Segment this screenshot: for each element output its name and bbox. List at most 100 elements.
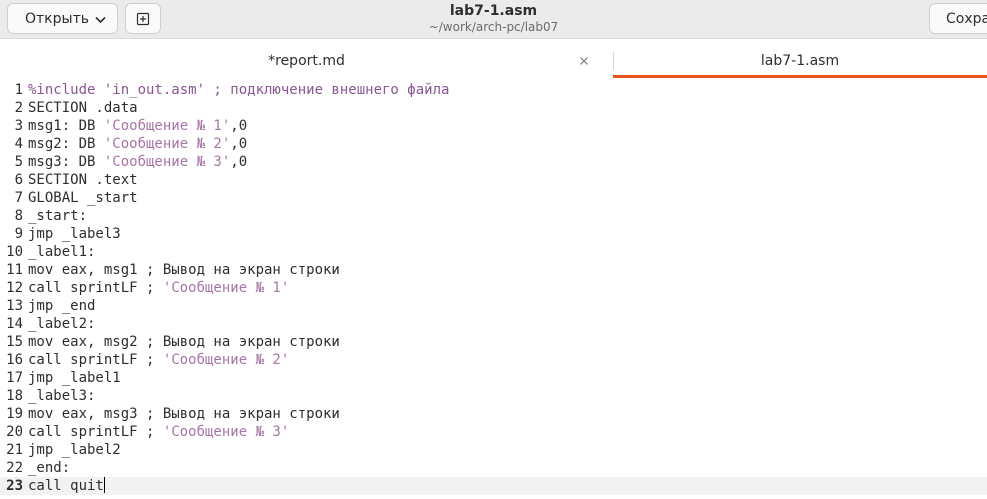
string-literal: 'Сообщение № 3'	[162, 424, 290, 440]
line-code: msg1: DB 'Сообщение № 1',0	[28, 117, 247, 135]
code-token: call sprintLF ;	[28, 280, 163, 296]
string-literal: 'Сообщение № 2'	[162, 352, 290, 368]
line-number: 2	[14, 100, 23, 116]
code-token: msg3: DB	[28, 154, 104, 170]
line-code: msg2: DB 'Сообщение № 2',0	[28, 135, 247, 153]
line-number: 9	[14, 226, 23, 242]
string-literal: 'Сообщение № 1'	[103, 118, 231, 134]
code-line[interactable]: 1 %include 'in_out.asm' ; подключение вне…	[0, 81, 987, 99]
header-bar: Открыть lab7-1.asm ~/work/arch-pc/lab07 …	[0, 0, 987, 39]
line-number: 23	[6, 478, 23, 494]
text-cursor	[103, 477, 105, 493]
tab-lab7-1-asm[interactable]: lab7-1.asm	[613, 44, 987, 78]
code-line[interactable]: 19 mov eax, msg3 ; Вывод на экран строки	[0, 405, 987, 423]
line-number: 4	[14, 136, 23, 152]
line-code: mov eax, msg2 ; Вывод на экран строки	[28, 333, 340, 351]
line-code: mov eax, msg1 ; Вывод на экран строки	[28, 261, 340, 279]
preprocessor-directive: %include 'in_out.asm' ; подключение внеш…	[28, 82, 450, 98]
line-code: _label1:	[28, 243, 95, 261]
code-line[interactable]: 17 jmp _label1	[0, 369, 987, 387]
line-number: 14	[6, 316, 23, 332]
save-button-label: Сохра	[946, 10, 987, 27]
code-token: jmp _label1	[28, 370, 121, 386]
code-token: call sprintLF ;	[28, 352, 163, 368]
line-code: _end:	[28, 459, 70, 477]
tab-report-md[interactable]: *report.md	[0, 44, 613, 78]
code-line[interactable]: 12 call sprintLF ; 'Сообщение № 1'	[0, 279, 987, 297]
line-code: GLOBAL _start	[28, 189, 138, 207]
line-number: 19	[6, 406, 23, 422]
code-line[interactable]: 3 msg1: DB 'Сообщение № 1',0	[0, 117, 987, 135]
code-line[interactable]: 18 _label3:	[0, 387, 987, 405]
line-code: SECTION .text	[28, 171, 138, 189]
code-line[interactable]: 13 jmp _end	[0, 297, 987, 315]
code-token: ,0	[230, 136, 248, 152]
line-number: 3	[14, 118, 23, 134]
code-line[interactable]: 2 SECTION .data	[0, 99, 987, 117]
code-token: GLOBAL _start	[28, 190, 138, 206]
line-number: 8	[14, 208, 23, 224]
code-line[interactable]: 22 _end:	[0, 459, 987, 477]
code-token: jmp _label3	[28, 226, 121, 242]
line-number: 15	[6, 334, 23, 350]
code-line[interactable]: 21 jmp _label2	[0, 441, 987, 459]
line-code: jmp _label1	[28, 369, 121, 387]
tab-label: *report.md	[268, 53, 345, 69]
line-number: 11	[6, 262, 23, 278]
window-title: lab7-1.asm	[449, 3, 538, 19]
code-line[interactable]: 5 msg3: DB 'Сообщение № 3',0	[0, 153, 987, 171]
line-code: call sprintLF ; 'Сообщение № 3'	[28, 423, 289, 441]
close-icon[interactable]	[577, 54, 591, 68]
line-number: 18	[6, 388, 23, 404]
line-number: 20	[6, 424, 23, 440]
string-literal: 'Сообщение № 3'	[103, 154, 231, 170]
code-line[interactable]: 23 call quit	[0, 477, 987, 495]
code-token: jmp _label2	[28, 442, 121, 458]
line-number: 10	[6, 244, 23, 260]
line-code: _start:	[28, 207, 87, 225]
code-token: _label3:	[28, 388, 96, 404]
line-number: 7	[14, 190, 23, 206]
code-token: jmp _end	[28, 298, 96, 314]
code-token: call sprintLF ;	[28, 424, 163, 440]
code-line[interactable]: 8 _start:	[0, 207, 987, 225]
code-line[interactable]: 11 mov eax, msg1 ; Вывод на экран строки	[0, 261, 987, 279]
code-token: msg1: DB	[28, 118, 104, 134]
code-line[interactable]: 16 call sprintLF ; 'Сообщение № 2'	[0, 351, 987, 369]
code-line[interactable]: 15 mov eax, msg2 ; Вывод на экран строки	[0, 333, 987, 351]
line-code: msg3: DB 'Сообщение № 3',0	[28, 153, 247, 171]
code-line[interactable]: 4 msg2: DB 'Сообщение № 2',0	[0, 135, 987, 153]
tab-label: lab7-1.asm	[760, 53, 840, 69]
line-code: jmp _end	[28, 297, 95, 315]
code-token: _end:	[28, 460, 71, 476]
window-subtitle: ~/work/arch-pc/lab07	[428, 20, 559, 34]
string-literal: 'Сообщение № 2'	[103, 136, 231, 152]
code-line[interactable]: 14 _label2:	[0, 315, 987, 333]
code-editor[interactable]: 1 %include 'in_out.asm' ; подключение вне…	[0, 80, 987, 499]
line-number: 1	[14, 82, 23, 98]
code-line[interactable]: 6 SECTION .text	[0, 171, 987, 189]
line-number: 12	[6, 280, 23, 296]
code-token: call quit	[28, 478, 104, 494]
line-code: %include 'in_out.asm' ; подключение внеш…	[28, 81, 449, 99]
line-code: _label2:	[28, 315, 95, 333]
line-code: jmp _label2	[28, 441, 121, 459]
save-button[interactable]: Сохра	[929, 3, 987, 34]
code-line[interactable]: 7 GLOBAL _start	[0, 189, 987, 207]
code-token: SECTION .data	[28, 100, 138, 116]
window-title-area: lab7-1.asm ~/work/arch-pc/lab07	[0, 3, 987, 34]
code-line[interactable]: 20 call sprintLF ; 'Сообщение № 3'	[0, 423, 987, 441]
line-number: 16	[6, 352, 23, 368]
code-token: _start:	[28, 208, 88, 224]
code-token: mov eax, msg3 ; Вывод на экран строки	[28, 406, 340, 422]
code-token: ,0	[230, 118, 248, 134]
code-token: mov eax, msg1 ; Вывод на экран строки	[28, 262, 340, 278]
line-code: call sprintLF ; 'Сообщение № 2'	[28, 351, 289, 369]
code-token: SECTION .text	[28, 172, 138, 188]
line-code: SECTION .data	[28, 99, 138, 117]
code-line[interactable]: 9 jmp _label3	[0, 225, 987, 243]
line-number: 22	[6, 460, 23, 476]
line-code: jmp _label3	[28, 225, 121, 243]
code-token: ,0	[230, 154, 248, 170]
code-line[interactable]: 10 _label1:	[0, 243, 987, 261]
